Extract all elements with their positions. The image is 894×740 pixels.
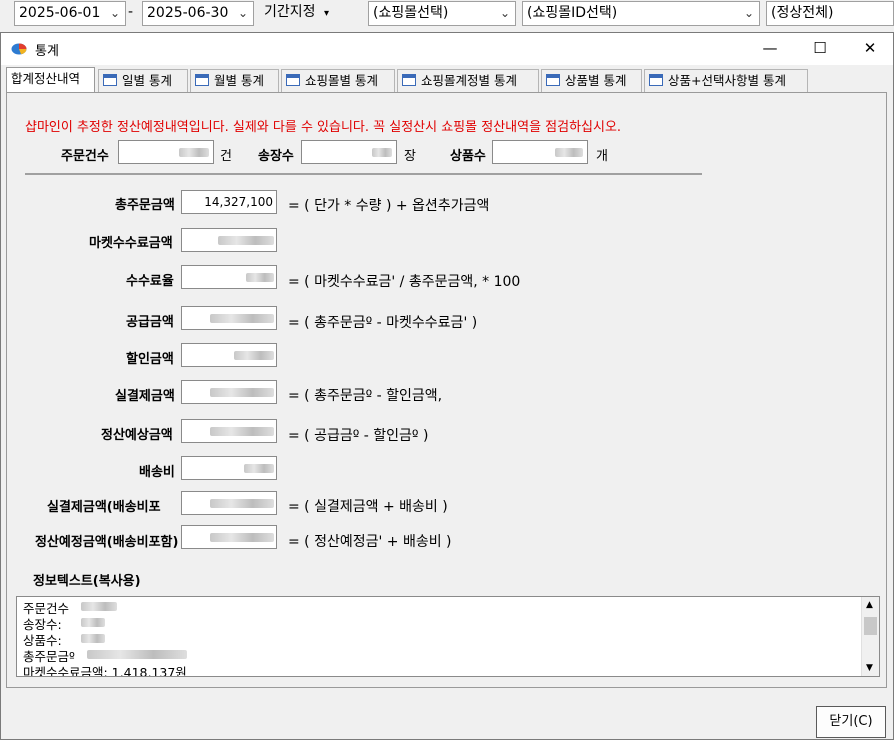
- products-count-label: 상품수: [450, 149, 486, 164]
- actual-payment-label: 실결제금액: [115, 389, 175, 404]
- mall-id-select[interactable]: (쇼핑몰ID선택) ⌄: [522, 1, 760, 26]
- supply-amount-field[interactable]: [181, 306, 277, 330]
- invoices-count-label: 송장수: [258, 149, 294, 164]
- market-fee-label: 마켓수수료금액: [89, 236, 173, 251]
- mall-select-value: (쇼핑몰선택): [373, 5, 449, 21]
- orders-count-unit: 건: [220, 149, 232, 164]
- invoices-count-unit: 장: [404, 149, 416, 164]
- tab-label: 합계정산내역: [11, 71, 81, 86]
- shipping-fee-field[interactable]: [181, 456, 277, 480]
- tab-label: 쇼핑몰계정별 통계: [421, 73, 517, 88]
- discount-amount-label: 할인금액: [126, 352, 174, 367]
- chevron-down-icon[interactable]: ⌄: [238, 2, 248, 25]
- status-select[interactable]: (정상전체): [766, 1, 894, 26]
- actual-payment-with-shipping-label: 실결제금액(배송비포: [47, 500, 161, 515]
- period-select-button[interactable]: 기간지정 ▾: [260, 1, 348, 26]
- expected-settlement-with-shipping-field[interactable]: [181, 525, 277, 549]
- chevron-down-icon[interactable]: ⌄: [500, 2, 510, 25]
- chevron-down-icon[interactable]: ⌄: [744, 2, 754, 25]
- date-range-separator: -: [128, 4, 134, 20]
- actual-payment-with-shipping-field[interactable]: [181, 491, 277, 515]
- supply-formula: = ( 총주문금º - 마켓수수료금' ): [288, 315, 478, 331]
- scrollbar-thumb[interactable]: [864, 617, 877, 635]
- total-order-formula: = ( 단가 * 수량 ) + 옵션추가금액: [288, 198, 490, 214]
- total-order-amount-field[interactable]: 14,327,100: [181, 190, 277, 214]
- divider: [25, 173, 702, 175]
- orders-count-label: 주문건수: [61, 149, 109, 164]
- grid-icon: [195, 74, 209, 86]
- expected-settlement-formula: = ( 공급금º - 할인금º ): [288, 428, 429, 444]
- fee-rate-label: 수수료율: [126, 274, 174, 289]
- actual-payment-with-shipping-formula: = ( 실결제금액 + 배송비 ): [288, 499, 448, 515]
- expected-settlement-with-shipping-label: 정산예정금액(배송비포함): [35, 535, 179, 550]
- maximize-button[interactable]: ☐: [797, 33, 843, 63]
- grid-icon: [103, 74, 117, 86]
- minimize-button[interactable]: —: [747, 33, 793, 63]
- market-fee-field[interactable]: [181, 228, 277, 252]
- actual-payment-field[interactable]: [181, 380, 277, 404]
- warning-notice: 샵마인이 추정한 정산예정내역입니다. 실제와 다를 수 있습니다. 꼭 실정산…: [25, 120, 622, 135]
- tab-label: 일별 통계: [122, 73, 172, 88]
- end-date-picker[interactable]: 2025-06-30 ⌄: [142, 1, 254, 26]
- actual-payment-formula: = ( 총주문금º - 할인금액,: [288, 388, 443, 404]
- grid-icon: [546, 74, 560, 86]
- tab-label: 상품별 통계: [565, 73, 627, 88]
- grid-icon: [286, 74, 300, 86]
- tab-label: 월별 통계: [214, 73, 264, 88]
- total-order-amount-label: 총주문금액: [115, 198, 175, 213]
- tab-summary[interactable]: 합계정산내역: [6, 67, 95, 92]
- period-label: 기간지정: [264, 4, 316, 20]
- fee-rate-formula: = ( 마켓수수료금' / 총주문금액, * 100: [288, 274, 521, 290]
- discount-amount-field[interactable]: [181, 343, 277, 367]
- mall-select[interactable]: (쇼핑몰선택) ⌄: [368, 1, 516, 26]
- end-date-value: 2025-06-30: [147, 5, 229, 21]
- expected-settlement-with-shipping-formula: = ( 정산예정금' + 배송비 ): [288, 534, 452, 550]
- tab-by-product[interactable]: 상품별 통계: [541, 69, 642, 92]
- info-text-title: 정보텍스트(복사용): [33, 574, 141, 589]
- window-title: 통계: [35, 44, 59, 59]
- tab-daily[interactable]: 일별 통계: [98, 69, 188, 92]
- tab-by-mall-account[interactable]: 쇼핑몰계정별 통계: [397, 69, 539, 92]
- info-textarea[interactable]: 주문건수 송장수: 상품수: 총주문금º 마켓수수료금액: 1,418,137원…: [16, 596, 880, 677]
- tab-monthly[interactable]: 월별 통계: [190, 69, 279, 92]
- fee-rate-field[interactable]: [181, 265, 277, 289]
- products-count-unit: 개: [596, 149, 608, 164]
- close-window-button[interactable]: ✕: [847, 33, 893, 63]
- info-line: 마켓수수료금액: 1,418,137원: [23, 665, 187, 677]
- start-date-value: 2025-06-01: [19, 5, 101, 21]
- scroll-down-icon[interactable]: ▼: [866, 663, 873, 673]
- pie-chart-icon: [11, 43, 27, 55]
- window-titlebar: 통계 — ☐ ✕: [1, 33, 893, 65]
- start-date-picker[interactable]: 2025-06-01 ⌄: [14, 1, 126, 26]
- mall-id-select-value: (쇼핑몰ID선택): [527, 5, 618, 21]
- scroll-up-icon[interactable]: ▲: [866, 600, 873, 610]
- orders-count-field[interactable]: [118, 140, 214, 164]
- products-count-field[interactable]: [492, 140, 588, 164]
- supply-amount-label: 공급금액: [126, 315, 174, 330]
- expected-settlement-label: 정산예상금액: [101, 428, 173, 443]
- shipping-fee-label: 배송비: [139, 465, 175, 480]
- tab-label: 쇼핑몰별 통계: [305, 73, 378, 88]
- close-button[interactable]: 닫기(C): [816, 706, 886, 738]
- status-select-value: (정상전체): [771, 5, 834, 21]
- filter-bar: 2025-06-01 ⌄ - 2025-06-30 ⌄ 기간지정 ▾ (쇼핑몰선…: [0, 0, 894, 30]
- chevron-down-icon[interactable]: ⌄: [110, 2, 120, 25]
- expected-settlement-field[interactable]: [181, 419, 277, 443]
- grid-icon: [402, 74, 416, 86]
- invoices-count-field[interactable]: [301, 140, 397, 164]
- tab-label: 상품+선택사항별 통계: [668, 73, 786, 88]
- grid-icon: [649, 74, 663, 86]
- dropdown-arrow-icon: ▾: [323, 8, 330, 19]
- tab-by-mall[interactable]: 쇼핑몰별 통계: [281, 69, 395, 92]
- tab-by-product-option[interactable]: 상품+선택사항별 통계: [644, 69, 808, 92]
- vertical-scrollbar[interactable]: ▲ ▼: [861, 597, 879, 676]
